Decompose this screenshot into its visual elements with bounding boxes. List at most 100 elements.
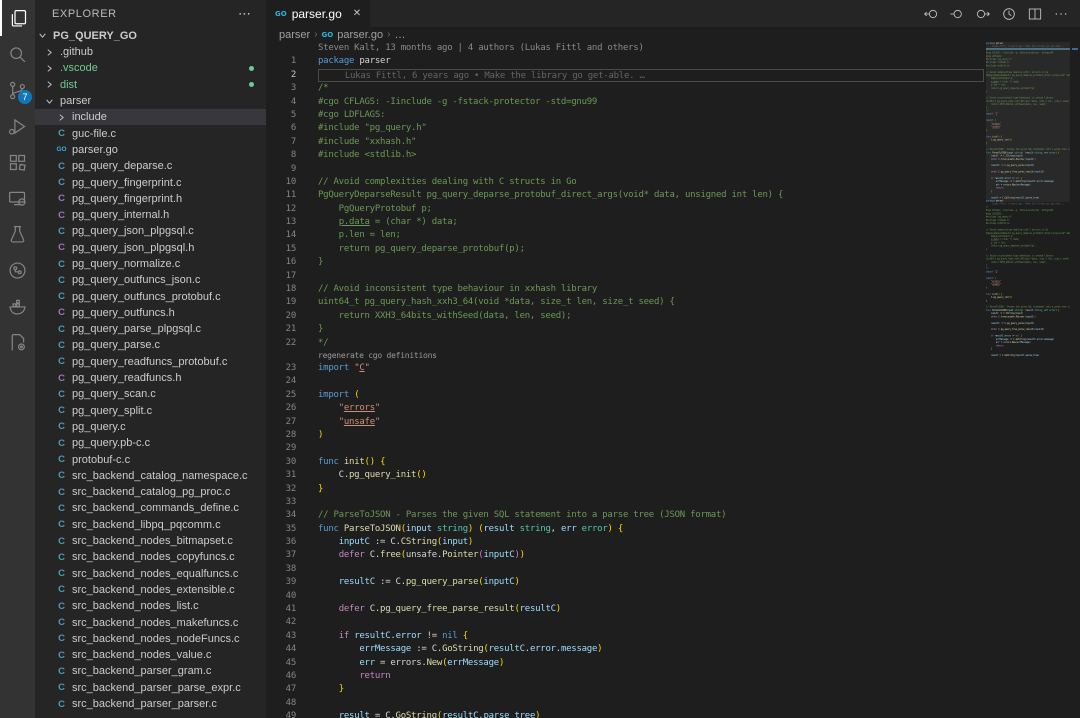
tree-item-pg-query-outfuncs-h[interactable]: Cpg_query_outfuncs.h — [35, 305, 266, 321]
tree-item-src-backend-nodes-extensible-c[interactable]: Csrc_backend_nodes_extensible.c — [35, 582, 266, 598]
code-line-25[interactable]: 25import ( — [266, 389, 1080, 402]
breadcrumb-item[interactable]: parser.go — [337, 29, 383, 41]
code-line-23[interactable]: 23import "C" — [266, 362, 1080, 375]
code-line-4[interactable]: 4#cgo CFLAGS: -Iinclude -g -fstack-prote… — [266, 96, 1080, 109]
code-line-9[interactable]: 9 — [266, 163, 1080, 176]
code-line-45[interactable]: 45 err = errors.New(errMessage) — [266, 657, 1080, 670]
code-line-42[interactable]: 42 — [266, 616, 1080, 629]
activity-item-git-graph[interactable] — [0, 252, 35, 288]
code-line-13[interactable]: 13 p.data = (char *) data; — [266, 216, 1080, 229]
code-line-22[interactable]: 22*/ — [266, 337, 1080, 350]
tab-parser-go[interactable]: GO parser.go ✕ — [266, 0, 370, 27]
code-line-15[interactable]: 15 return pg_query_deparse_protobuf(p); — [266, 243, 1080, 256]
code-line-11[interactable]: 11PgQueryDeparseResult pg_query_deparse_… — [266, 189, 1080, 202]
tree-item-src-backend-catalog-namespace-c[interactable]: Csrc_backend_catalog_namespace.c — [35, 468, 266, 484]
code-line-46[interactable]: 46 return — [266, 670, 1080, 683]
tree-item-src-backend-libpq-pqcomm-c[interactable]: Csrc_backend_libpq_pqcomm.c — [35, 517, 266, 533]
code-line-35[interactable]: 35func ParseToJSON(input string) (result… — [266, 523, 1080, 536]
minimap-slider[interactable] — [986, 42, 1070, 202]
file-history-button[interactable] — [998, 3, 1020, 25]
code-line-18[interactable]: 18// Avoid inconsistent type behaviour i… — [266, 283, 1080, 296]
code-line-2[interactable]: 2 Lukas Fittl, 6 years ago • Make the li… — [266, 69, 1080, 82]
code-line-41[interactable]: 41 defer C.pg_query_free_parse_result(re… — [266, 603, 1080, 616]
code-line-21[interactable]: 21} — [266, 323, 1080, 336]
tree-item-parser[interactable]: parser — [35, 93, 266, 109]
close-tab-icon[interactable]: ✕ — [353, 8, 361, 19]
tree-item--vscode[interactable]: .vscode — [35, 60, 266, 76]
tree-item-src-backend-parser-parse-expr-c[interactable]: Csrc_backend_parser_parse_expr.c — [35, 680, 266, 696]
breadcrumb-item[interactable]: parser — [279, 29, 310, 41]
tree-item-src-backend-parser-gram-c[interactable]: Csrc_backend_parser_gram.c — [35, 663, 266, 679]
tree-item-pg-query-fingerprint-c[interactable]: Cpg_query_fingerprint.c — [35, 174, 266, 190]
code-line-5[interactable]: 5#cgo LDFLAGS: — [266, 109, 1080, 122]
code-line-24[interactable]: 24 — [266, 375, 1080, 388]
vertical-scrollbar[interactable] — [1070, 42, 1080, 718]
code-line-49[interactable]: 49 result = C.GoString(resultC.parse_tre… — [266, 710, 1080, 718]
tree-item-pg-query-c[interactable]: Cpg_query.c — [35, 419, 266, 435]
code-line-27[interactable]: 27 "unsafe" — [266, 416, 1080, 429]
more-actions-button[interactable] — [1050, 3, 1072, 25]
minimap[interactable]: package parser Lukas Fittl, 6 years ago … — [986, 42, 1070, 718]
code-line-8[interactable]: 8#include <stdlib.h> — [266, 149, 1080, 162]
tree-item-pg-query-pb-c-c[interactable]: Cpg_query.pb-c.c — [35, 435, 266, 451]
code-line-1[interactable]: 1package parser — [266, 55, 1080, 68]
code-line-39[interactable]: 39 resultC := C.pg_query_parse(inputC) — [266, 576, 1080, 589]
activity-item-extensions[interactable] — [0, 144, 35, 180]
tree-item-src-backend-commands-define-c[interactable]: Csrc_backend_commands_define.c — [35, 500, 266, 516]
code-line-47[interactable]: 47 } — [266, 683, 1080, 696]
tree-item-pg-query-deparse-c[interactable]: Cpg_query_deparse.c — [35, 158, 266, 174]
code-line-28[interactable]: 28) — [266, 429, 1080, 442]
code-line-10[interactable]: 10// Avoid complexities dealing with C s… — [266, 176, 1080, 189]
activity-item-source-control[interactable]: 7 — [0, 72, 35, 108]
activity-item-file-settings[interactable] — [0, 324, 35, 360]
code-line-19[interactable]: 19uint64_t pg_query_hash_xxh3_64(void *d… — [266, 296, 1080, 309]
code-line-40[interactable]: 40 — [266, 590, 1080, 603]
tree-item-parser-go[interactable]: GOparser.go — [35, 142, 266, 158]
tree-item-src-backend-nodes-list-c[interactable]: Csrc_backend_nodes_list.c — [35, 598, 266, 614]
breadcrumb-item[interactable]: … — [394, 29, 405, 41]
tree-item-src-backend-nodes-equalfuncs-c[interactable]: Csrc_backend_nodes_equalfuncs.c — [35, 566, 266, 582]
code-line-36[interactable]: 36 inputC := C.CString(input) — [266, 536, 1080, 549]
code-line-3[interactable]: 3/* — [266, 82, 1080, 95]
open-changes-button[interactable] — [946, 3, 968, 25]
code-line-32[interactable]: 32} — [266, 483, 1080, 496]
code-line-38[interactable]: 38 — [266, 563, 1080, 576]
tree-item--github[interactable]: .github — [35, 44, 266, 60]
tree-item-pg-query-normalize-c[interactable]: Cpg_query_normalize.c — [35, 256, 266, 272]
code-line-44[interactable]: 44 errMessage := C.GoString(resultC.erro… — [266, 643, 1080, 656]
code-area[interactable]: Steven Kalt, 13 months ago | 4 authors (… — [266, 42, 1080, 718]
tree-item-pg-query-json-plpgsql-h[interactable]: Cpg_query_json_plpgsql.h — [35, 240, 266, 256]
tree-item-pg-query-fingerprint-h[interactable]: Cpg_query_fingerprint.h — [35, 191, 266, 207]
tree-item-pg-query-readfuncs-protobuf-c[interactable]: Cpg_query_readfuncs_protobuf.c — [35, 354, 266, 370]
code-line-14[interactable]: 14 p.len = len; — [266, 229, 1080, 242]
code-line-37[interactable]: 37 defer C.free(unsafe.Pointer(inputC)) — [266, 549, 1080, 562]
tree-item-include[interactable]: include — [35, 109, 266, 125]
codelens-regenerate-cgo[interactable]: regenerate cgo definitions — [266, 350, 1080, 362]
code-line-17[interactable]: 17 — [266, 270, 1080, 283]
tree-item-guc-file-c[interactable]: Cguc-file.c — [35, 125, 266, 141]
code-line-33[interactable]: 33 — [266, 496, 1080, 509]
code-line-7[interactable]: 7#include "xxhash.h" — [266, 136, 1080, 149]
code-line-20[interactable]: 20 return XXH3_64bits_withSeed(data, len… — [266, 310, 1080, 323]
activity-item-docker[interactable] — [0, 288, 35, 324]
tree-item-pg-query-parse-plpgsql-c[interactable]: Cpg_query_parse_plpgsql.c — [35, 321, 266, 337]
tree-item-src-backend-nodes-bitmapset-c[interactable]: Csrc_backend_nodes_bitmapset.c — [35, 533, 266, 549]
open-changes-next-button[interactable] — [972, 3, 994, 25]
activity-item-testing[interactable] — [0, 216, 35, 252]
code-line-16[interactable]: 16} — [266, 256, 1080, 269]
tree-item-pg-query-split-c[interactable]: Cpg_query_split.c — [35, 403, 266, 419]
split-editor-button[interactable] — [1024, 3, 1046, 25]
activity-item-remote-explorer[interactable] — [0, 180, 35, 216]
code-line-12[interactable]: 12 PgQueryProtobuf p; — [266, 203, 1080, 216]
code-line-29[interactable]: 29 — [266, 442, 1080, 455]
code-line-6[interactable]: 6#include "pg_query.h" — [266, 122, 1080, 135]
code-line-43[interactable]: 43 if resultC.error != nil { — [266, 630, 1080, 643]
tree-item-src-backend-nodes-copyfuncs-c[interactable]: Csrc_backend_nodes_copyfuncs.c — [35, 549, 266, 565]
tree-item-protobuf-c-c[interactable]: Cprotobuf-c.c — [35, 451, 266, 467]
tree-item-pg-query-parse-c[interactable]: Cpg_query_parse.c — [35, 337, 266, 353]
tree-item-pg-query-json-plpgsql-c[interactable]: Cpg_query_json_plpgsql.c — [35, 223, 266, 239]
activity-item-run-debug[interactable] — [0, 108, 35, 144]
tree-section-pg-query-go[interactable]: PG_QUERY_GO — [35, 27, 266, 44]
activity-item-search[interactable] — [0, 36, 35, 72]
code-line-31[interactable]: 31 C.pg_query_init() — [266, 469, 1080, 482]
